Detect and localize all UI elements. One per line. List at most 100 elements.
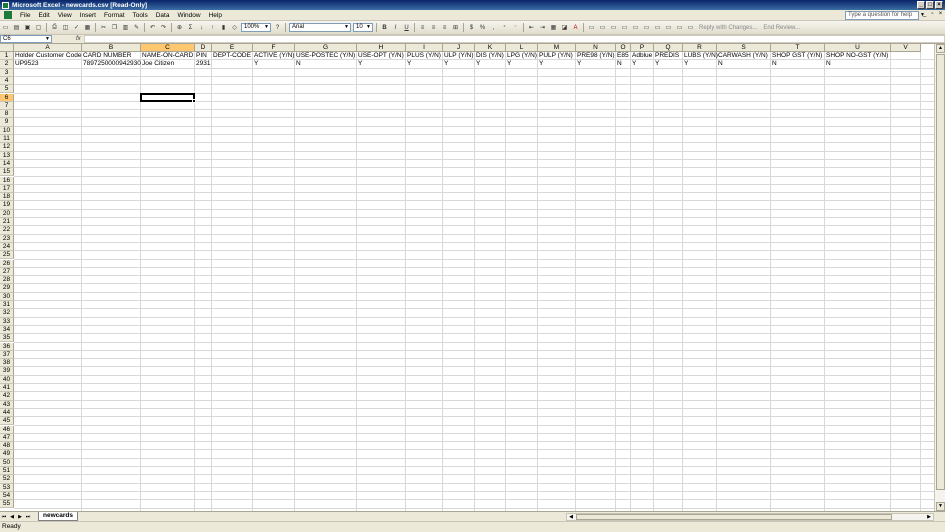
row-header[interactable]: 15 bbox=[0, 168, 14, 177]
scroll-right-icon[interactable]: ▶ bbox=[925, 514, 933, 520]
row-header[interactable]: 42 bbox=[0, 392, 14, 401]
row-header[interactable]: 8 bbox=[0, 110, 14, 119]
column-header[interactable]: P bbox=[631, 44, 654, 52]
spelling-icon[interactable]: ✓ bbox=[72, 23, 81, 32]
comma-style-icon[interactable]: , bbox=[489, 23, 498, 32]
decrease-decimal-icon[interactable]: ⁻ bbox=[511, 23, 520, 32]
increase-decimal-icon[interactable]: ⁺ bbox=[500, 23, 509, 32]
row-header[interactable]: 29 bbox=[0, 284, 14, 293]
print-icon[interactable]: ⎙ bbox=[50, 23, 59, 32]
increase-indent-icon[interactable]: ⇥ bbox=[538, 23, 547, 32]
row-header[interactable]: 22 bbox=[0, 226, 14, 235]
column-header[interactable]: C bbox=[141, 44, 195, 52]
vertical-scroll-thumb[interactable] bbox=[936, 54, 945, 490]
column-header[interactable]: R bbox=[683, 44, 717, 52]
row-header[interactable]: 34 bbox=[0, 325, 14, 335]
row-header[interactable]: 55 bbox=[0, 500, 14, 509]
row-header[interactable]: 20 bbox=[0, 209, 14, 218]
redo-icon[interactable]: ↷ bbox=[159, 23, 168, 32]
menu-data[interactable]: Data bbox=[152, 12, 174, 19]
decrease-indent-icon[interactable]: ⇤ bbox=[527, 23, 536, 32]
column-header[interactable]: B bbox=[82, 44, 141, 52]
menu-view[interactable]: View bbox=[54, 12, 76, 19]
column-header[interactable]: T bbox=[771, 44, 825, 52]
worksheet-grid[interactable]: A B C D E F G H I J K L M N O P Q R S T U V 1 2 3 4 5 6 7 8 9 10 11 12 13 1… bbox=[0, 44, 934, 511]
row-header[interactable]: 27 bbox=[0, 267, 14, 277]
column-header[interactable]: S bbox=[717, 44, 771, 52]
row-header[interactable]: 1 bbox=[0, 52, 14, 61]
row-header[interactable]: 51 bbox=[0, 467, 14, 476]
row-header[interactable]: 47 bbox=[0, 433, 14, 443]
row-header[interactable]: 46 bbox=[0, 425, 14, 434]
column-header[interactable]: H bbox=[357, 44, 406, 52]
column-header[interactable]: M bbox=[538, 44, 576, 52]
align-left-icon[interactable]: ≡ bbox=[418, 23, 427, 32]
hyperlink-icon[interactable]: ⊕ bbox=[175, 23, 184, 32]
name-box[interactable]: C6 ▼ bbox=[0, 35, 52, 43]
row-header[interactable]: 44 bbox=[0, 408, 14, 418]
row-header[interactable]: 52 bbox=[0, 475, 14, 484]
column-header[interactable]: U bbox=[825, 44, 891, 52]
column-header[interactable]: D bbox=[195, 44, 212, 52]
cut-icon[interactable]: ✂ bbox=[99, 23, 108, 32]
column-header[interactable]: F bbox=[253, 44, 295, 52]
review-icon[interactable]: ▭ bbox=[587, 23, 596, 32]
review-icon[interactable]: ▭ bbox=[642, 23, 651, 32]
last-sheet-icon[interactable]: ⏭ bbox=[24, 513, 32, 521]
row-header[interactable]: 2 bbox=[0, 60, 14, 69]
row-header[interactable]: 9 bbox=[0, 118, 14, 127]
column-header[interactable]: G bbox=[295, 44, 357, 52]
row-header[interactable]: 13 bbox=[0, 151, 14, 160]
row-header[interactable]: 50 bbox=[0, 458, 14, 467]
minimize-button[interactable]: _ bbox=[917, 1, 925, 9]
fill-handle[interactable] bbox=[192, 98, 196, 103]
undo-icon[interactable]: ↶ bbox=[148, 23, 157, 32]
merge-center-icon[interactable]: ⊞ bbox=[451, 23, 460, 32]
row-header[interactable]: 38 bbox=[0, 359, 14, 368]
autosum-icon[interactable]: Σ bbox=[186, 23, 195, 32]
italic-button[interactable]: I bbox=[391, 23, 400, 32]
horizontal-scroll-thumb[interactable] bbox=[576, 514, 892, 520]
row-header[interactable]: 26 bbox=[0, 259, 14, 268]
row-header[interactable]: 17 bbox=[0, 184, 14, 194]
menu-edit[interactable]: Edit bbox=[34, 12, 53, 19]
row-header[interactable]: 16 bbox=[0, 176, 14, 185]
workbook-icon[interactable] bbox=[4, 11, 12, 19]
bold-button[interactable]: B bbox=[380, 23, 389, 32]
row-header[interactable]: 23 bbox=[0, 234, 14, 243]
row-header[interactable]: 6 bbox=[0, 93, 14, 102]
review-icon[interactable]: ▭ bbox=[675, 23, 684, 32]
row-header[interactable]: 14 bbox=[0, 159, 14, 169]
column-header[interactable]: K bbox=[475, 44, 506, 52]
row-header[interactable]: 41 bbox=[0, 384, 14, 393]
scroll-down-icon[interactable]: ▼ bbox=[936, 502, 945, 511]
menu-tools[interactable]: Tools bbox=[129, 12, 152, 19]
scroll-up-icon[interactable]: ▲ bbox=[936, 44, 945, 53]
font-size-select[interactable]: 10 ▼ bbox=[353, 23, 373, 32]
row-header[interactable]: 10 bbox=[0, 126, 14, 135]
permission-icon[interactable]: ▢ bbox=[34, 23, 43, 32]
fill-color-icon[interactable]: ◪ bbox=[560, 23, 569, 32]
row-header[interactable]: 7 bbox=[0, 101, 14, 111]
row-header[interactable]: 18 bbox=[0, 193, 14, 202]
sort-ascending-icon[interactable]: ↓ bbox=[197, 23, 206, 32]
maximize-button[interactable]: □ bbox=[926, 1, 934, 9]
column-header[interactable]: L bbox=[506, 44, 538, 52]
menu-window[interactable]: Window bbox=[173, 12, 204, 19]
horizontal-scrollbar[interactable]: ◀ ▶ bbox=[566, 513, 934, 521]
column-header[interactable]: N bbox=[576, 44, 616, 52]
close-button[interactable]: × bbox=[935, 1, 943, 9]
format-painter-icon[interactable]: ✎ bbox=[132, 23, 141, 32]
data-cell[interactable]: N bbox=[825, 60, 921, 68]
help-icon[interactable]: ? bbox=[273, 23, 282, 32]
column-header[interactable]: I bbox=[406, 44, 443, 52]
data-cell[interactable]: 2931 bbox=[195, 60, 242, 68]
row-header[interactable]: 19 bbox=[0, 201, 14, 210]
align-center-icon[interactable]: ≡ bbox=[429, 23, 438, 32]
font-select[interactable]: Arial ▼ bbox=[289, 23, 351, 32]
next-sheet-icon[interactable]: ▶ bbox=[16, 513, 24, 521]
row-header[interactable]: 21 bbox=[0, 218, 14, 227]
review-icon[interactable]: ▭ bbox=[620, 23, 629, 32]
new-icon[interactable]: ▭ bbox=[1, 23, 10, 32]
column-header[interactable]: V bbox=[891, 44, 921, 52]
